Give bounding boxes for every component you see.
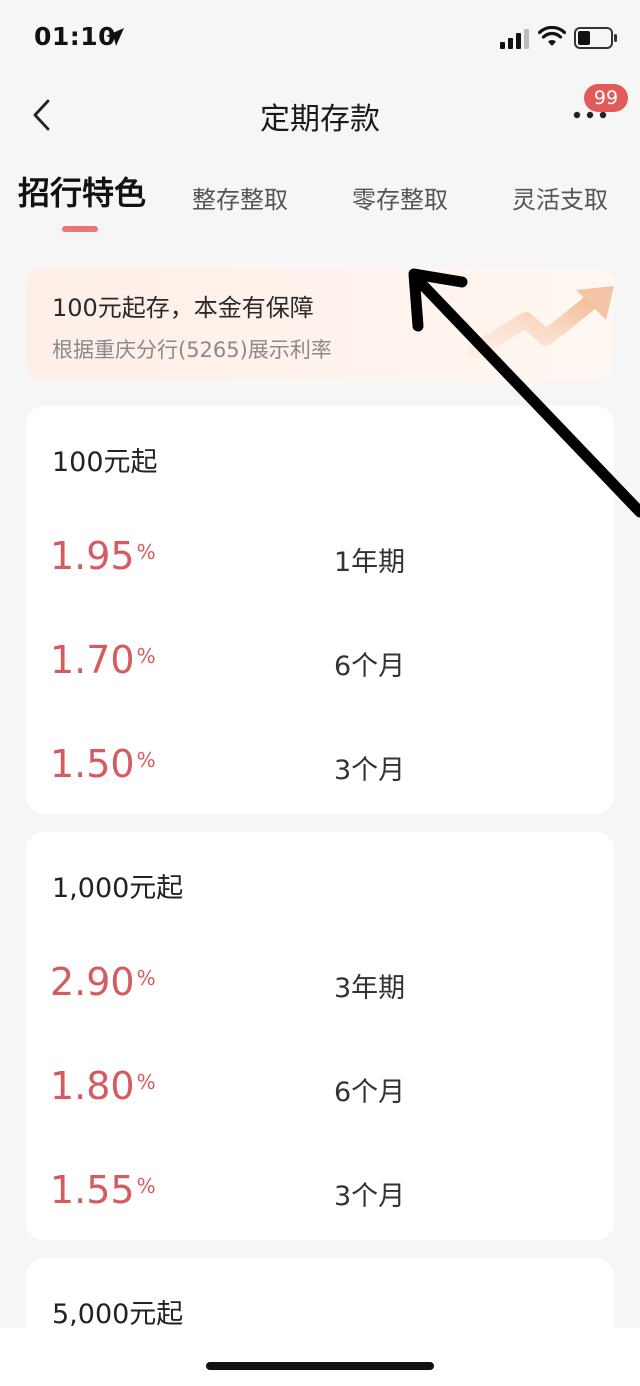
rate-term: 3个月 — [334, 1181, 406, 1212]
card-title: 1,000元起 — [52, 873, 184, 904]
rate-term: 1年期 — [334, 547, 406, 578]
rate-term: 3年期 — [334, 973, 406, 1004]
bottom-safe-area — [0, 1328, 640, 1386]
rate-value: 2.90% — [50, 960, 156, 1004]
rate-row[interactable]: 2.90% 3年期 — [26, 954, 614, 1014]
home-indicator — [206, 1362, 434, 1370]
status-bar: 01:10 — [0, 0, 640, 80]
rate-row[interactable]: 1.70% 6个月 — [26, 632, 614, 692]
banner-title: 100元起存，本金有保障 — [52, 294, 314, 322]
rate-value: 1.95% — [50, 534, 156, 578]
notification-badge: 99 — [584, 84, 628, 112]
rate-row[interactable]: 1.95% 1年期 — [26, 528, 614, 588]
rate-row[interactable]: 1.55% 3个月 — [26, 1162, 614, 1222]
wifi-icon — [538, 26, 566, 46]
rate-row[interactable]: 1.50% 3个月 — [26, 736, 614, 796]
card-title: 5,000元起 — [52, 1299, 184, 1330]
rate-card-1000: 1,000元起 2.90% 3年期 1.80% 6个月 1.55% 3个月 — [26, 832, 614, 1240]
tab-cmb-special[interactable]: 招行特色 — [18, 168, 146, 214]
rate-value: 1.80% — [50, 1064, 156, 1108]
rate-value: 1.50% — [50, 742, 156, 786]
rate-value: 1.55% — [50, 1168, 156, 1212]
tab-bar: 招行特色 整存整取 零存整取 灵活支取 — [0, 160, 640, 240]
card-title: 100元起 — [52, 447, 158, 478]
battery-icon — [574, 27, 617, 49]
tab-installment-deposit[interactable]: 零存整取 — [352, 180, 448, 215]
tab-flexible-withdrawal[interactable]: 灵活支取 — [512, 180, 608, 215]
location-arrow-icon — [106, 28, 124, 46]
tab-lump-sum-deposit[interactable]: 整存整取 — [192, 180, 288, 215]
active-tab-indicator — [62, 226, 98, 232]
cellular-signal-icon — [500, 29, 529, 49]
rate-term: 6个月 — [334, 1077, 406, 1108]
banner-subtitle: 根据重庆分行(5265)展示利率 — [52, 338, 332, 362]
rate-term: 6个月 — [334, 651, 406, 682]
nav-bar: 定期存款 99 — [0, 80, 640, 150]
rate-term: 3个月 — [334, 755, 406, 786]
rate-value: 1.70% — [50, 638, 156, 682]
rate-row[interactable]: 1.80% 6个月 — [26, 1058, 614, 1118]
page-title: 定期存款 — [260, 102, 380, 137]
annotation-arrow-icon — [408, 268, 640, 518]
